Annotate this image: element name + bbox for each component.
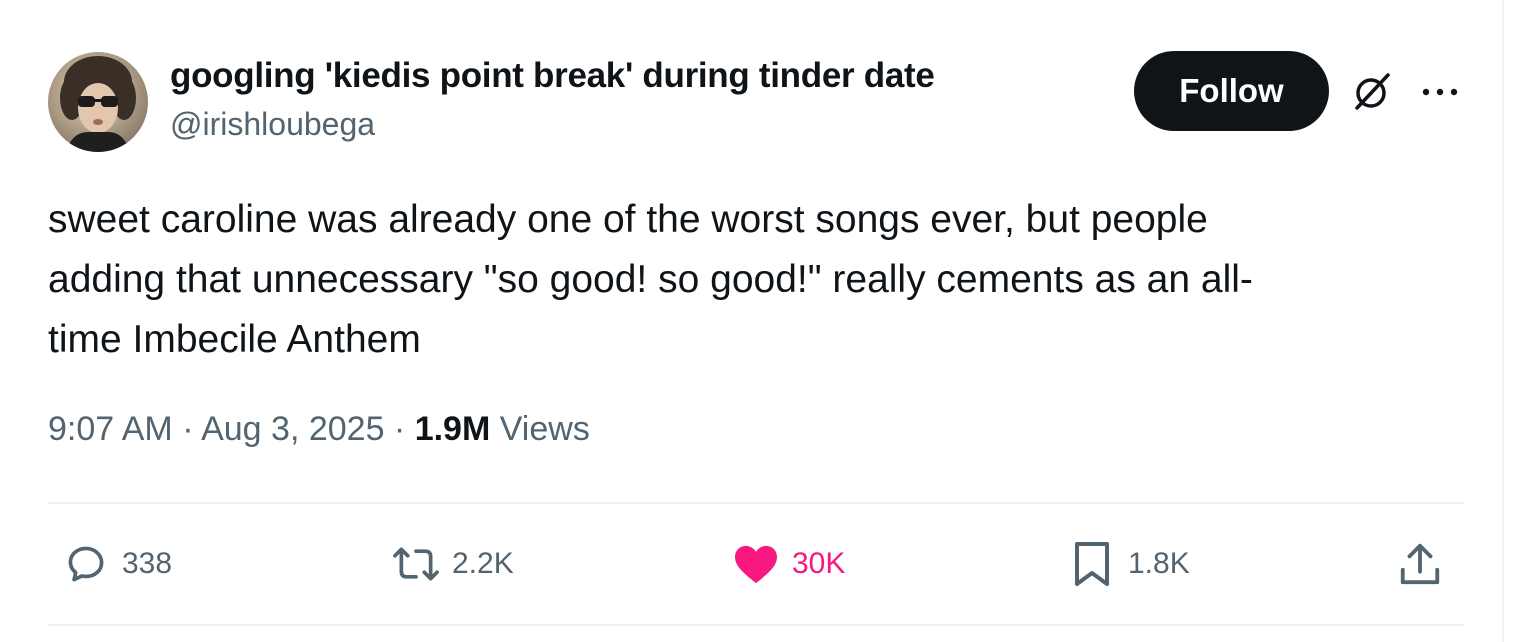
share-button[interactable] [1396, 538, 1444, 590]
divider [48, 624, 1464, 626]
share-icon [1400, 543, 1440, 585]
heart-icon [735, 545, 777, 584]
avatar-image [60, 56, 136, 152]
retweet-button[interactable]: 2.2K [392, 538, 514, 590]
divider [48, 502, 1464, 504]
tweet-date[interactable]: Aug 3, 2025 [201, 410, 384, 448]
bookmark-count: 1.8K [1128, 547, 1190, 580]
bookmark-icon [1075, 542, 1109, 586]
more-icon[interactable] [1420, 84, 1460, 100]
follow-button[interactable]: Follow [1134, 51, 1329, 131]
retweet-icon [393, 547, 439, 581]
like-count: 30K [792, 547, 846, 580]
reply-count: 338 [122, 547, 173, 580]
author-display-name[interactable]: googling 'kiedis point break' during tin… [170, 56, 935, 96]
grok-icon[interactable] [1350, 70, 1394, 114]
reply-button[interactable]: 338 [62, 538, 172, 590]
avatar[interactable] [48, 52, 148, 152]
like-button[interactable]: 30K [732, 538, 845, 590]
views-label: Views [490, 410, 590, 448]
views-count[interactable]: 1.9M [415, 410, 491, 448]
tweet-meta: 9:07 AM · Aug 3, 2025 · 1.9M Views [48, 410, 590, 449]
bookmark-button[interactable]: 1.8K [1068, 538, 1190, 590]
author-handle[interactable]: @irishloubega [170, 106, 375, 143]
meta-separator: · [384, 410, 415, 448]
tweet-text: sweet caroline was already one of the wo… [48, 198, 1253, 361]
reply-icon [68, 546, 104, 582]
tweet-card: googling 'kiedis point break' during tin… [0, 0, 1504, 642]
retweet-count: 2.2K [452, 547, 514, 580]
tweet-time[interactable]: 9:07 AM [48, 410, 173, 448]
meta-separator: · [172, 410, 202, 448]
